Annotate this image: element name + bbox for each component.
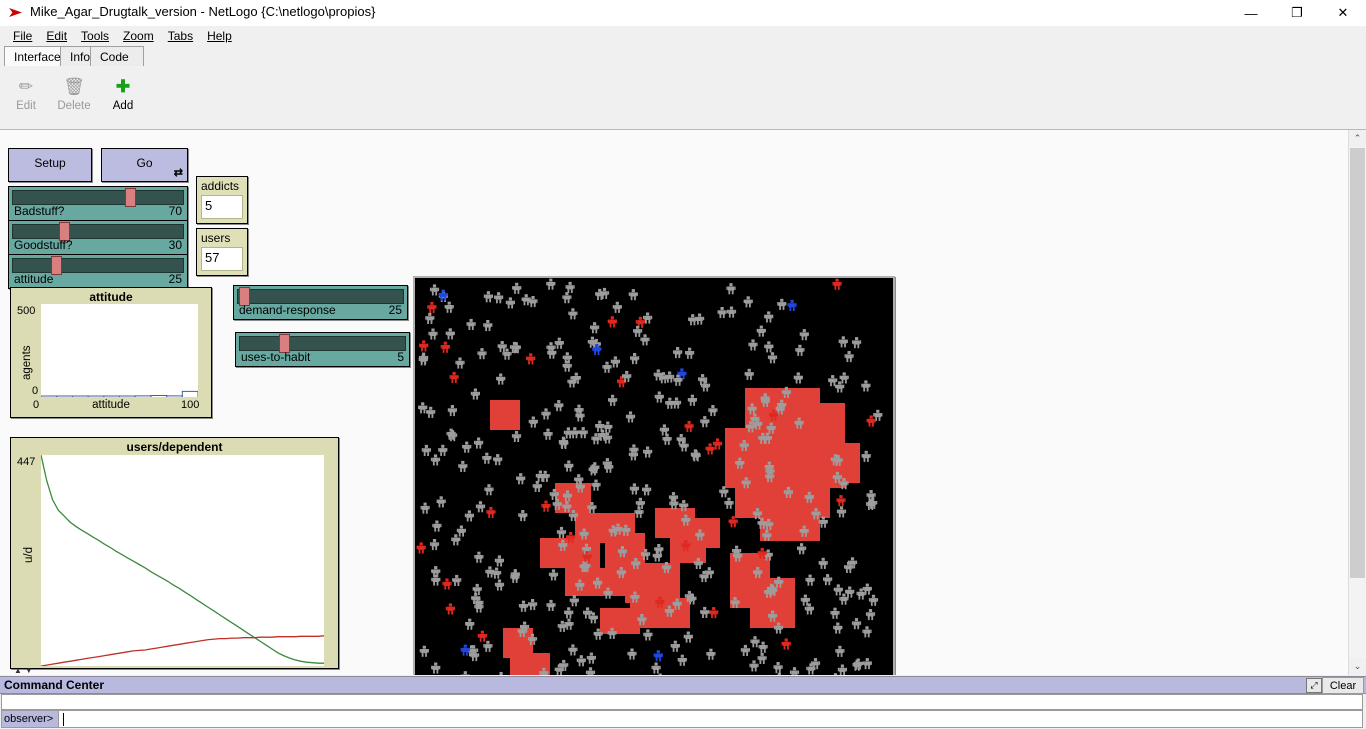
world-canvas[interactable]	[415, 278, 889, 675]
slider-badstuff[interactable]: Badstuff? 70	[8, 186, 188, 221]
plot-users-dependent: users/dependent 447 u/d	[10, 437, 339, 669]
slider-demand-response[interactable]: demand-response 25	[233, 285, 408, 320]
monitor-value-box: 5	[201, 195, 243, 219]
pencil-icon: ✏	[2, 74, 50, 100]
command-center-title: Command Center	[4, 678, 104, 692]
slider-attitude[interactable]: attitude 25	[8, 254, 188, 289]
plot-y-label: u/d	[23, 547, 35, 563]
interface-canvas: Setup Go ⇄ Badstuff? 70 Goodstuff? 30 at…	[0, 130, 1349, 675]
menu-edit[interactable]: Edit	[39, 27, 74, 45]
toolbar: ✏ Edit 🗑 Delete ✚ Add abc Button ▼ norma…	[0, 66, 1366, 130]
plot-x-min: 0	[33, 399, 39, 411]
text-caret	[63, 713, 64, 726]
command-center-input-row: observer>	[1, 710, 1363, 728]
go-button[interactable]: Go ⇄	[101, 148, 188, 182]
netlogo-arrow-icon	[8, 5, 24, 21]
plot-attitude: attitude 500 0 agents 0 100 attitude	[10, 287, 212, 418]
maximize-button[interactable]: ❐	[1274, 0, 1320, 26]
menu-file[interactable]: File	[6, 27, 39, 45]
plot-canvas-attitude	[41, 304, 198, 397]
title-bar: Mike_Agar_Drugtalk_version - NetLogo {C:…	[0, 0, 1366, 26]
plot-title: users/dependent	[11, 440, 338, 454]
plot-canvas-users	[41, 455, 324, 666]
delete-button[interactable]: 🗑 Delete	[50, 74, 98, 120]
menu-zoom[interactable]: Zoom	[116, 27, 161, 45]
plot-y-max: 500	[17, 305, 35, 317]
slider-thumb[interactable]	[125, 188, 136, 207]
monitor-users: users 57	[196, 228, 248, 276]
forever-icon: ⇄	[174, 166, 183, 179]
trash-icon: 🗑	[50, 74, 98, 100]
slider-uses-to-habit[interactable]: uses-to-habit 5	[235, 332, 410, 367]
slider-track	[12, 224, 184, 239]
close-button[interactable]: ✕	[1320, 0, 1366, 26]
plot-resize-handles[interactable]: ▲▼	[14, 666, 36, 675]
scroll-down-icon[interactable]: ⌄	[1349, 658, 1366, 675]
observer-prompt: observer>	[1, 710, 58, 728]
plot-y-max: 447	[17, 456, 35, 468]
minimize-button[interactable]: —	[1228, 0, 1274, 26]
netlogo-window: Mike_Agar_Drugtalk_version - NetLogo {C:…	[0, 0, 1366, 728]
plot-x-label: attitude	[66, 399, 156, 411]
command-center-output	[1, 694, 1363, 710]
menu-help[interactable]: Help	[200, 27, 239, 45]
monitor-addicts: addicts 5	[196, 176, 248, 224]
command-input[interactable]	[58, 710, 1363, 728]
slider-goodstuff[interactable]: Goodstuff? 30	[8, 220, 188, 255]
window-title: Mike_Agar_Drugtalk_version - NetLogo {C:…	[30, 4, 375, 19]
plot-x-max: 100	[181, 399, 199, 411]
menu-bar: File Edit Tools Zoom Tabs Help	[0, 26, 1366, 45]
interface-vertical-scrollbar[interactable]: ⌃ ⌄	[1348, 130, 1366, 675]
expand-icon[interactable]: ⤢	[1306, 678, 1322, 693]
plot-y-min: 0	[32, 385, 38, 397]
command-center: Command Center ⤢ Clear observer>	[0, 676, 1366, 729]
plot-title: attitude	[11, 290, 211, 304]
plus-icon: ✚	[99, 74, 147, 100]
command-center-header: Command Center ⤢ Clear	[0, 677, 1366, 694]
tab-strip: Interface Info Code	[0, 45, 1366, 67]
world-view[interactable]	[413, 276, 895, 675]
slider-track	[239, 336, 406, 351]
scrollbar-thumb[interactable]	[1350, 148, 1365, 578]
attitude-histogram	[41, 304, 198, 397]
scroll-up-icon[interactable]: ⌃	[1349, 130, 1366, 147]
edit-button[interactable]: ✏ Edit	[2, 74, 50, 120]
menu-tabs[interactable]: Tabs	[161, 27, 200, 45]
plot-y-label: agents	[21, 345, 33, 380]
setup-button[interactable]: Setup	[8, 148, 92, 182]
menu-tools[interactable]: Tools	[74, 27, 116, 45]
slider-track	[12, 258, 184, 273]
clear-button[interactable]: Clear	[1322, 677, 1364, 694]
monitor-value-box: 57	[201, 247, 243, 271]
slider-track	[237, 289, 404, 304]
slider-track	[12, 190, 184, 205]
add-button[interactable]: ✚ Add	[99, 74, 147, 120]
users-dependent-lines	[41, 455, 324, 666]
window-controls: — ❐ ✕	[1228, 0, 1366, 26]
tab-code[interactable]: Code	[90, 46, 144, 67]
